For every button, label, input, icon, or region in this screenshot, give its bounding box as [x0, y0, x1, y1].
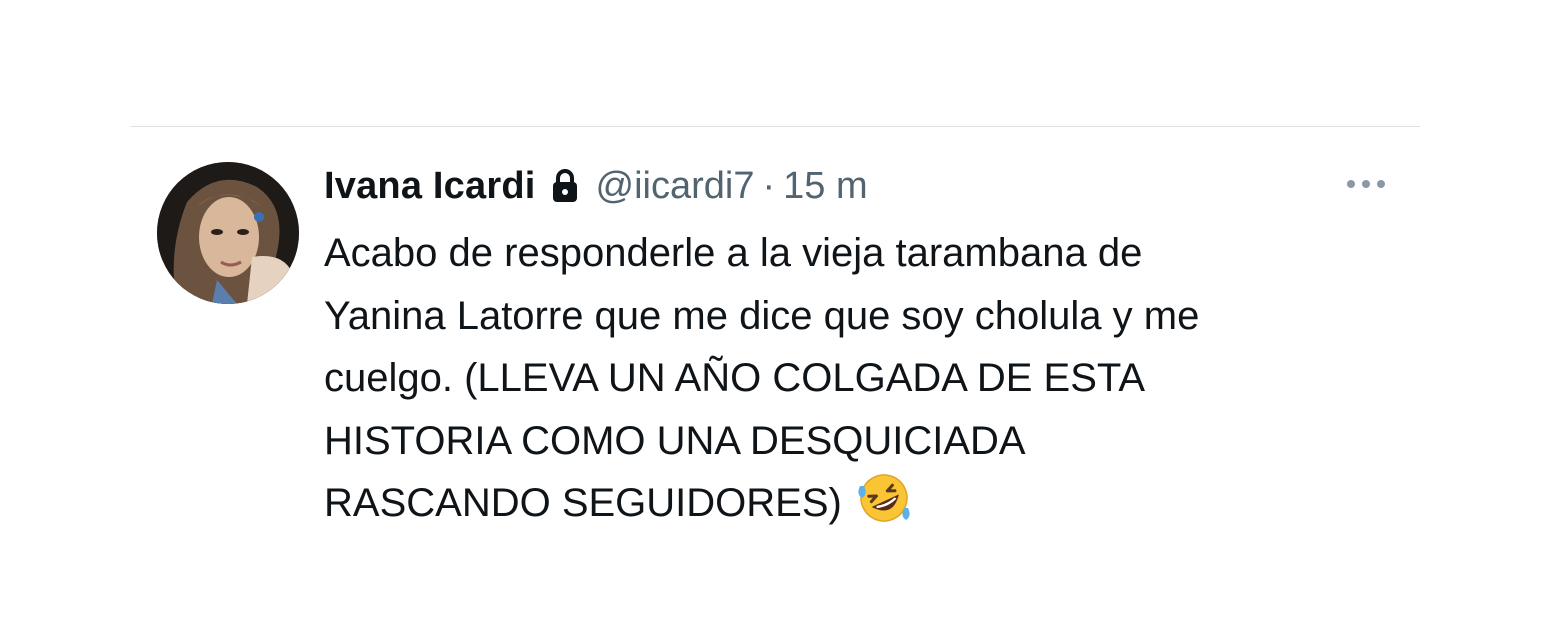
top-divider — [130, 126, 1420, 127]
tweet-text: Acabo de responderle a la vieja taramban… — [324, 222, 1404, 535]
tweet-line: RASCANDO SEGUIDORES) — [324, 481, 842, 525]
tweet-header: Ivana Icardi @iicardi7 · 15 m — [324, 160, 868, 212]
tweet-line: Yanina Latorre que me dice que soy cholu… — [324, 293, 1200, 338]
more-options-icon[interactable] — [1344, 172, 1388, 196]
tweet-line: cuelgo. (LLEVA UN AÑO COLGADA DE ESTA — [324, 356, 1146, 400]
tweet-line: HISTORIA COMO UNA DESQUICIADA — [324, 418, 1026, 463]
author-handle[interactable]: @iicardi7 — [596, 165, 755, 208]
rolling-on-floor-laughing-emoji-icon — [856, 472, 912, 524]
avatar[interactable] — [157, 162, 299, 304]
timestamp[interactable]: 15 m — [783, 165, 867, 208]
tweet-line: Acabo de responderle a la vieja taramban… — [324, 231, 1143, 275]
author-name[interactable]: Ivana Icardi — [324, 165, 536, 208]
tweet-line-last: RASCANDO SEGUIDORES) — [324, 472, 1404, 535]
lock-icon — [550, 168, 580, 204]
separator-dot: · — [762, 164, 776, 207]
